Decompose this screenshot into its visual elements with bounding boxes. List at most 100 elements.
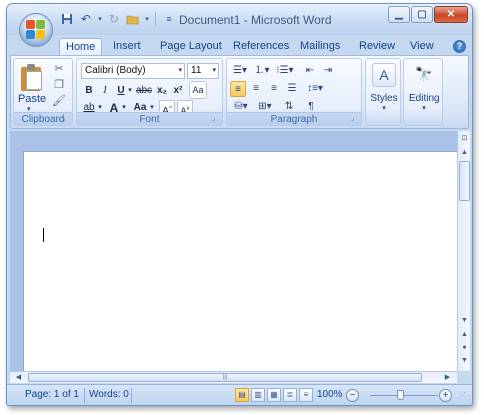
tab-mailings[interactable]: Mailings: [294, 38, 346, 55]
select-browse-object-icon[interactable]: ●: [459, 342, 470, 353]
zoom-level[interactable]: 100%: [317, 389, 343, 400]
tab-home[interactable]: Home: [59, 38, 103, 55]
subscript-button[interactable]: x₂: [155, 83, 169, 99]
full-screen-reading-view-button[interactable]: ▥: [251, 388, 265, 402]
align-center-button[interactable]: ≡: [248, 81, 264, 97]
scroll-down-icon[interactable]: ▼: [459, 315, 470, 326]
close-button[interactable]: ✕: [434, 6, 468, 23]
redo-icon[interactable]: ↻: [106, 11, 122, 27]
clear-formatting-button[interactable]: Aa: [189, 81, 207, 99]
vertical-scroll-thumb[interactable]: [459, 161, 470, 201]
clipboard-label-text: Clipboard: [21, 114, 65, 125]
align-left-button[interactable]: ≡: [230, 81, 246, 97]
line-spacing-button[interactable]: ↕≡▾: [304, 81, 326, 97]
font-size-value: 11: [191, 65, 202, 76]
zoom-out-button[interactable]: −: [346, 389, 359, 402]
text-cursor: [43, 228, 44, 242]
zoom-slider-thumb[interactable]: [397, 390, 404, 400]
bullets-icon: ☰▾: [233, 65, 247, 76]
editing-group: 🔭 Editing ▾: [403, 58, 443, 126]
styles-button[interactable]: A Styles ▾: [369, 63, 399, 112]
numbering-button[interactable]: ⒈▾: [252, 63, 272, 79]
paste-icon[interactable]: [20, 63, 44, 91]
tab-references[interactable]: References: [227, 38, 295, 55]
numbering-icon: ⒈▾: [254, 65, 270, 76]
paste-button[interactable]: Paste: [18, 93, 46, 105]
draft-view-button[interactable]: ≡: [299, 388, 313, 402]
save-icon[interactable]: [59, 11, 75, 27]
increase-indent-button[interactable]: ⇥: [320, 63, 336, 79]
vertical-scrollbar[interactable]: ⊡ ▲ ▼ ▲ ● ▼: [457, 131, 470, 371]
ribbon: Paste ▾ ✂ ❐ 🖌 Clipboard ⌟ Calibri (Body)…: [10, 55, 469, 129]
word-window: ↶ ▾ ↻ ▾ ≡ Document1 - Microsoft Word ▁ ▢…: [6, 3, 473, 406]
minimize-button[interactable]: ▁: [388, 6, 410, 23]
tab-view[interactable]: View: [404, 38, 440, 55]
format-painter-icon[interactable]: 🖌: [52, 94, 66, 108]
scroll-right-icon[interactable]: ▶: [442, 372, 453, 383]
align-right-button[interactable]: ≡: [266, 81, 282, 97]
font-size-combo[interactable]: 11 ▾: [187, 63, 219, 79]
maximize-button[interactable]: ▢: [411, 6, 433, 23]
justify-button[interactable]: ☰: [284, 81, 300, 97]
tab-page-layout[interactable]: Page Layout: [154, 38, 228, 55]
maximize-icon: ▢: [417, 9, 427, 20]
undo-icon[interactable]: ↶: [78, 11, 94, 27]
clipboard-group: Paste ▾ ✂ ❐ 🖌 Clipboard ⌟: [13, 58, 73, 126]
font-name-combo[interactable]: Calibri (Body) ▾: [81, 63, 185, 79]
tab-insert[interactable]: Insert: [107, 38, 147, 55]
office-logo-icon: [26, 20, 46, 40]
font-name-value: Calibri (Body): [85, 65, 146, 76]
help-icon[interactable]: ?: [453, 40, 466, 53]
underline-dropdown-icon[interactable]: ▾: [127, 83, 133, 99]
multilevel-list-button[interactable]: ⁝☰▾: [274, 63, 296, 79]
paragraph-label-text: Paragraph: [270, 114, 318, 125]
bullets-button[interactable]: ☰▾: [230, 63, 250, 79]
scroll-up-icon[interactable]: ▲: [459, 147, 470, 158]
strikethrough-button[interactable]: abc: [135, 83, 153, 99]
word-count-status[interactable]: Words: 0: [89, 389, 129, 400]
clipboard-launcher-icon[interactable]: ⌟: [62, 115, 70, 123]
scroll-left-icon[interactable]: ◀: [13, 372, 24, 383]
outline-icon: ≣: [286, 390, 294, 399]
font-launcher-icon[interactable]: ⌟: [212, 115, 220, 123]
resize-grip-icon[interactable]: ⋰: [458, 391, 466, 400]
editing-button[interactable]: 🔭 Editing ▾: [409, 63, 440, 112]
next-page-icon[interactable]: ▼: [459, 355, 470, 366]
qat-dropdown-icon[interactable]: ▾: [144, 11, 150, 27]
open-icon[interactable]: [125, 11, 141, 27]
font-group-label: Font: [77, 112, 222, 125]
customize-qat-icon[interactable]: ≡: [161, 11, 177, 27]
application-name: Microsoft Word: [251, 13, 332, 27]
paragraph-group-label: Paragraph: [227, 112, 361, 125]
undo-dropdown-icon[interactable]: ▾: [97, 11, 103, 27]
status-separator: [131, 388, 132, 403]
horizontal-scroll-thumb[interactable]: |||: [28, 373, 422, 382]
underline-button[interactable]: U: [115, 83, 127, 99]
web-layout-view-button[interactable]: ▦: [267, 388, 281, 402]
increase-indent-icon: ⇥: [323, 65, 333, 76]
document-page[interactable]: [23, 151, 457, 371]
zoom-slider-track[interactable]: [370, 395, 438, 396]
decrease-indent-icon: ⇤: [305, 65, 315, 76]
decrease-indent-button[interactable]: ⇤: [302, 63, 318, 79]
window-title: Document1 - Microsoft Word: [179, 13, 332, 27]
previous-page-icon[interactable]: ▲: [459, 329, 470, 340]
page-count-status[interactable]: Page: 1 of 1: [25, 389, 79, 400]
paragraph-group: ☰▾ ⒈▾ ⁝☰▾ ⇤ ⇥ ≡ ≡ ≡ ☰ ↕≡▾ ⛁▾ ⊞▾ ⇅ ¶ Para…: [226, 58, 362, 126]
tab-review[interactable]: Review: [353, 38, 401, 55]
zoom-in-button[interactable]: +: [439, 389, 452, 402]
bold-button[interactable]: B: [83, 83, 95, 99]
close-icon: ✕: [446, 9, 456, 20]
cut-icon[interactable]: ✂: [52, 62, 66, 76]
full-screen-reading-icon: ▥: [254, 390, 262, 399]
print-layout-view-button[interactable]: ▤: [235, 388, 249, 402]
paragraph-launcher-icon[interactable]: ⌟: [351, 115, 359, 123]
superscript-button[interactable]: x²: [171, 83, 185, 99]
horizontal-scrollbar[interactable]: ◀ ||| ▶: [10, 371, 457, 383]
outline-view-button[interactable]: ≣: [283, 388, 297, 402]
copy-icon[interactable]: ❐: [52, 78, 66, 92]
office-button[interactable]: [19, 13, 53, 47]
align-center-icon: ≡: [253, 83, 259, 94]
ruler-toggle-icon[interactable]: ⊡: [459, 133, 470, 144]
italic-button[interactable]: I: [99, 83, 111, 99]
